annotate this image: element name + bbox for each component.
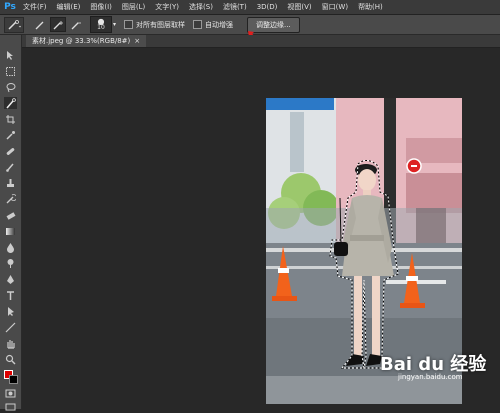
lasso-tool[interactable]	[4, 81, 17, 93]
hand-tool[interactable]	[4, 337, 17, 349]
droplet-icon	[7, 242, 14, 253]
menu-layer[interactable]: 图层(L)	[117, 2, 150, 12]
brush-size-dropdown-icon[interactable]: ▾	[113, 21, 116, 28]
brush-subtract-icon	[71, 22, 81, 29]
path-selection-tool[interactable]	[4, 305, 17, 317]
line-icon	[5, 322, 16, 332]
eyedropper-icon	[6, 130, 15, 140]
menu-type[interactable]: 文字(Y)	[150, 2, 184, 12]
marquee-icon	[6, 66, 15, 76]
background-color-swatch[interactable]	[9, 375, 18, 384]
eraser-icon	[6, 211, 16, 220]
move-icon	[7, 50, 13, 60]
blur-tool[interactable]	[4, 241, 17, 253]
document-tab[interactable]: 素材.jpeg @ 33.3%(RGB/8#) ×	[26, 35, 147, 47]
menu-file[interactable]: 文件(F)	[18, 2, 52, 12]
document-tab-title: 素材.jpeg @ 33.3%(RGB/8#)	[32, 37, 131, 45]
brush-tool[interactable]	[4, 161, 17, 173]
gradient-tool[interactable]	[4, 225, 17, 237]
document-tab-bar: 素材.jpeg @ 33.3%(RGB/8#) ×	[22, 35, 500, 48]
menu-window[interactable]: 窗口(W)	[317, 2, 353, 12]
menu-select[interactable]: 选择(S)	[184, 2, 218, 12]
stamp-icon	[7, 178, 14, 187]
menu-3d[interactable]: 3D(D)	[252, 3, 283, 11]
healing-brush-tool[interactable]	[4, 145, 17, 157]
menu-help[interactable]: 帮助(H)	[353, 2, 388, 12]
dodge-tool[interactable]	[4, 257, 17, 269]
brush-size-picker[interactable]: ● 10	[90, 16, 112, 33]
quick-selection-tool[interactable]	[4, 97, 17, 109]
path-selection-icon	[8, 306, 14, 316]
dodge-icon	[7, 258, 14, 268]
crop-tool[interactable]	[4, 113, 17, 125]
menu-edit[interactable]: 编辑(E)	[52, 2, 86, 12]
clone-stamp-tool[interactable]	[4, 177, 17, 189]
magnifier-icon	[5, 354, 16, 364]
menu-filter[interactable]: 滤镜(T)	[218, 2, 252, 12]
photoshop-logo-icon: Ps	[4, 2, 16, 12]
screen-mode-tool[interactable]	[4, 401, 17, 413]
eyedropper-tool[interactable]	[4, 129, 17, 141]
crop-icon	[6, 114, 15, 124]
auto-enhance-label: 自动增强	[205, 20, 234, 29]
hand-icon	[7, 339, 15, 349]
brush-icon	[6, 163, 14, 172]
menu-view[interactable]: 视图(V)	[282, 2, 316, 12]
menu-bar: Ps 文件(F) 编辑(E) 图像(I) 图层(L) 文字(Y) 选择(S) 滤…	[0, 0, 500, 15]
gradient-icon	[6, 227, 15, 235]
quick-mask-tool[interactable]	[4, 387, 17, 399]
tools-panel	[0, 35, 22, 411]
add-to-selection-button[interactable]	[50, 17, 66, 32]
move-tool[interactable]	[4, 49, 17, 61]
line-tool[interactable]	[4, 321, 17, 333]
sample-all-layers-label: 对所有图层取样	[136, 20, 186, 29]
quick-selection-icon	[8, 19, 21, 30]
close-icon[interactable]: ×	[134, 35, 140, 47]
brush-add-icon	[53, 20, 63, 29]
sample-all-layers-checkbox[interactable]	[124, 20, 134, 29]
quick-mask-icon	[5, 389, 16, 397]
marquee-tool[interactable]	[4, 65, 17, 77]
pen-icon	[7, 274, 14, 284]
bandage-icon	[6, 147, 15, 155]
auto-enhance-checkbox[interactable]	[193, 20, 203, 29]
pen-tool[interactable]	[4, 273, 17, 285]
subtract-from-selection-button[interactable]	[68, 17, 84, 32]
type-icon	[7, 290, 14, 300]
new-selection-button[interactable]	[32, 17, 48, 32]
screen-mode-icon	[5, 403, 16, 411]
history-brush-tool[interactable]	[4, 193, 17, 205]
tool-preset-picker[interactable]	[4, 16, 24, 33]
brush-new-icon	[35, 21, 43, 29]
brush-size-value: 10	[97, 23, 105, 31]
quick-selection-tool-icon	[6, 97, 16, 108]
lasso-icon	[6, 82, 16, 92]
zoom-tool[interactable]	[4, 353, 17, 365]
type-tool[interactable]	[4, 289, 17, 301]
history-brush-icon	[6, 193, 16, 203]
baidu-watermark-url: jingyan.baidu.com	[398, 373, 463, 381]
menu-image[interactable]: 图像(I)	[85, 2, 117, 12]
eraser-tool[interactable]	[4, 209, 17, 221]
